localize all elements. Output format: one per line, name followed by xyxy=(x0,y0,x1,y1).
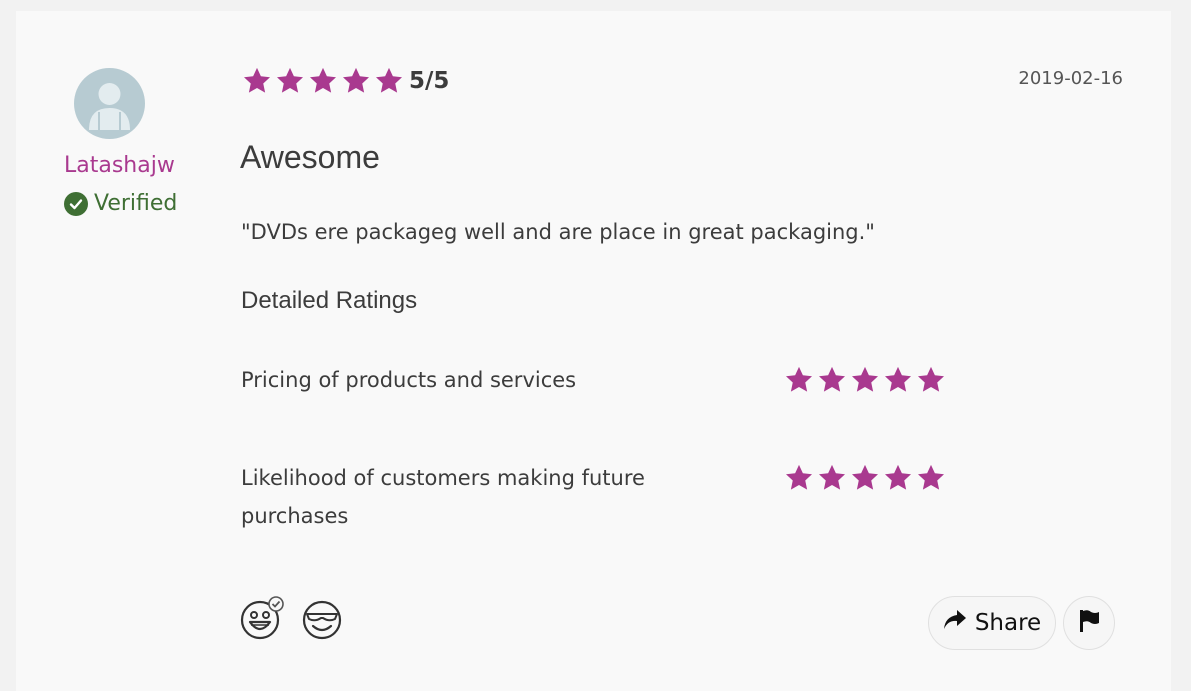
detailed-ratings-heading: Detailed Ratings xyxy=(241,287,418,314)
criterion-label-future-purchases: Likelihood of customers making future pu… xyxy=(241,466,645,528)
criterion-star-icon xyxy=(850,463,880,493)
review-body: "DVDs ere packageg well and are place in… xyxy=(241,220,875,244)
criterion-stars-pricing xyxy=(784,365,949,395)
flag-icon xyxy=(1078,609,1100,637)
reaction-bar xyxy=(240,596,342,640)
share-arrow-icon xyxy=(943,609,967,637)
verified-grin-icon[interactable] xyxy=(240,596,284,640)
overall-star-icon xyxy=(242,66,272,96)
share-button[interactable]: Share xyxy=(928,596,1056,650)
overall-stars xyxy=(242,66,407,96)
overall-star-icon xyxy=(374,66,404,96)
criterion-star-icon xyxy=(916,463,946,493)
criterion-label-pricing: Pricing of products and services xyxy=(241,368,577,392)
verified-badge: Verified xyxy=(64,191,177,216)
avatar xyxy=(74,68,145,139)
criterion-star-icon xyxy=(817,463,847,493)
review-title: Awesome xyxy=(240,139,380,175)
review-card: Latashajw Verified 5/5 2019-02-16 Awesom… xyxy=(16,11,1171,691)
criterion-stars-future-purchases xyxy=(784,463,949,493)
criterion-star-icon xyxy=(784,365,814,395)
overall-rating: 5/5 xyxy=(242,66,449,96)
criterion-star-icon xyxy=(916,365,946,395)
overall-star-icon xyxy=(308,66,338,96)
cool-smile-icon[interactable] xyxy=(300,596,342,640)
overall-star-icon xyxy=(341,66,371,96)
criterion-star-icon xyxy=(784,463,814,493)
criterion-star-icon xyxy=(883,463,913,493)
criterion-star-icon xyxy=(850,365,880,395)
rating-score: 5/5 xyxy=(409,68,450,94)
share-label: Share xyxy=(974,610,1042,636)
verified-label: Verified xyxy=(94,191,178,216)
user-silhouette-icon xyxy=(89,83,130,130)
check-circle-icon xyxy=(64,191,88,216)
reviewer-name[interactable]: Latashajw xyxy=(64,153,175,178)
criterion-star-icon xyxy=(817,365,847,395)
overall-star-icon xyxy=(275,66,305,96)
criterion-star-icon xyxy=(883,365,913,395)
review-date: 2019-02-16 xyxy=(1018,68,1123,89)
report-flag-button[interactable] xyxy=(1063,596,1115,650)
